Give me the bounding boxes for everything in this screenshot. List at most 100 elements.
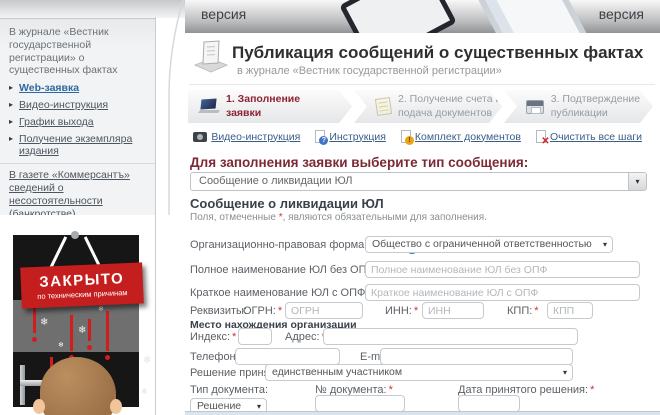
page-subtitle: в журнале «Вестник государственной регис… <box>237 65 502 77</box>
select-value: Общество с ограниченной ответственностью <box>372 238 592 250</box>
toolbar: Видео-инструкция ? Инструкция ! Комплект… <box>193 130 642 143</box>
sidebar-item-label[interactable]: Видео-инструкция <box>19 99 108 112</box>
snowflake-icon: ❄ <box>98 305 104 313</box>
sidebar-item-schedule[interactable]: ▸ График выхода <box>9 116 147 129</box>
sidebar-item-label[interactable]: Web-заявка <box>19 82 79 95</box>
sidebar-border <box>155 17 156 415</box>
message-type-select[interactable]: Сообщение о ликвидации ЮЛ ▾ <box>190 172 647 191</box>
index-label: Индекс:* <box>190 331 236 343</box>
sidebar-intro: В журнале «Вестник государственной регис… <box>9 26 147 77</box>
sidebar-item-web-request[interactable]: ▸ Web-заявка <box>9 82 147 95</box>
paint-drip <box>88 319 91 341</box>
required-asterisk: * <box>534 305 538 317</box>
kpp-input[interactable] <box>547 302 593 319</box>
clear-steps-link[interactable]: ✕ Очистить все шаги <box>536 130 642 143</box>
banner-version-left: версия <box>201 6 246 22</box>
sidebar-item-video-instruction[interactable]: ▸ Видео-инструкция <box>9 99 147 112</box>
dropdown-arrow-icon: ▾ <box>603 237 607 253</box>
required-asterisk: * <box>232 331 236 343</box>
decision-select[interactable]: единственным участником ▾ <box>265 364 573 381</box>
kpp-label: КПП:* <box>507 305 539 317</box>
sidebar-link-kommersant-bankruptcy[interactable]: В газете «Коммерсантъ» сведений о несост… <box>9 169 147 220</box>
divider <box>0 163 155 164</box>
snowflake-icon: ❄ <box>143 355 151 366</box>
short-name-label: Краткое наименование ЮЛ с ОПФ* <box>190 287 372 299</box>
full-name-input[interactable] <box>365 261 640 278</box>
sidebar-nav: ▸ Web-заявка ▸ Видео-инструкция ▸ График… <box>9 82 147 158</box>
snowflake-icon: ❄ <box>58 341 64 349</box>
warning-doc-icon: ! <box>401 130 411 143</box>
step-label: 3. Подтверждение публикации <box>551 93 653 119</box>
full-name-label: Полное наименование ЮЛ без ОПФ* <box>190 264 381 276</box>
invoice-icon <box>375 97 392 116</box>
link-label: Комплект документов <box>415 131 521 143</box>
clear-badge-icon: ✕ <box>541 137 550 146</box>
email-input[interactable] <box>380 348 573 365</box>
bullet-icon: ▸ <box>9 133 13 145</box>
bullet-icon: ▸ <box>9 116 13 128</box>
link-label: Видео-инструкция <box>211 131 300 143</box>
print-icon <box>526 100 544 114</box>
laptop-icon <box>199 99 219 114</box>
required-asterisk: * <box>590 384 594 396</box>
step-label: 1. Заполнение заявки <box>226 93 312 119</box>
divider <box>189 84 655 85</box>
required-note: Поля, отмеченные *, являются обязательны… <box>190 212 487 223</box>
mobile-version-banner[interactable]: версия версия <box>185 0 660 33</box>
inn-input[interactable] <box>422 302 484 319</box>
sidebar-item-get-copy[interactable]: ▸ Получение экземпляра издания <box>9 133 147 159</box>
publication-icon <box>193 39 229 73</box>
index-input[interactable] <box>238 328 272 345</box>
message-type-heading: Для заполнения заявки выберите тип сообщ… <box>190 155 528 170</box>
instruction-link[interactable]: ? Инструкция <box>315 130 386 143</box>
required-asterisk: * <box>414 305 418 317</box>
clear-doc-icon: ✕ <box>536 130 546 143</box>
select-value: единственным участником <box>272 366 402 378</box>
main-content: Публикация сообщений о существенных факт… <box>185 33 660 415</box>
tablet-graphic <box>471 0 589 33</box>
help-doc-icon: ? <box>315 130 325 143</box>
address-input[interactable] <box>323 328 578 345</box>
page-title: Публикация сообщений о существенных факт… <box>232 43 643 63</box>
doc-date-input[interactable] <box>458 395 520 412</box>
ogrn-input[interactable] <box>285 302 363 319</box>
video-instruction-link[interactable]: Видео-инструкция <box>193 131 300 143</box>
sidebar-item-label[interactable]: График выхода <box>19 116 94 129</box>
sidebar-item-label[interactable]: Получение экземпляра издания <box>19 133 147 159</box>
page-curl-decoration <box>156 0 186 215</box>
select-value: Сообщение о ликвидации ЮЛ <box>199 175 352 187</box>
address-label: Адрес:* <box>285 331 326 343</box>
paint-drip <box>105 355 110 360</box>
step-tab-2-get-invoice[interactable]: 2. Получение счета и подача документов <box>354 90 502 123</box>
step-label: 2. Получение счета и подача документов <box>398 93 502 119</box>
doc-type-label: Тип документа: <box>190 384 268 396</box>
inn-label: ИНН:* <box>385 305 418 317</box>
ear <box>110 399 122 414</box>
form-section-title: Сообщение о ликвидации ЮЛ <box>190 196 384 211</box>
phone-input[interactable] <box>235 348 340 365</box>
short-name-input[interactable] <box>365 284 640 301</box>
link-label: Очистить все шаги <box>550 131 642 143</box>
dropdown-arrow-icon: ▾ <box>635 177 639 186</box>
camera-icon <box>193 132 207 142</box>
question-badge-icon: ? <box>319 136 328 145</box>
doc-number-input[interactable] <box>315 395 405 412</box>
opf-select[interactable]: Общество с ограниченной ответственностью… <box>365 236 613 253</box>
paint-drip <box>106 311 109 351</box>
snowflake-icon: ❄ <box>141 387 148 396</box>
tablet-graphic <box>339 0 457 33</box>
step-tab-3-confirm-publication[interactable]: 3. Подтверждение публикации <box>504 90 653 123</box>
ear <box>33 399 45 414</box>
documents-kit-link[interactable]: ! Комплект документов <box>401 130 521 143</box>
closed-sign: ЗАКРЫТО по техническим причинам <box>20 262 144 308</box>
requisites-label: Реквизиты: <box>190 305 247 317</box>
warning-badge-icon: ! <box>405 136 414 145</box>
closed-door-illustration: ❄ ❄ ❄ ❄ ❄ ❄ ЗАКРЫТО по техническим причи… <box>0 215 155 415</box>
step-tab-1-fill-application[interactable]: 1. Заполнение заявки <box>188 90 352 123</box>
next-section-edge <box>185 411 660 415</box>
bullet-icon: ▸ <box>9 99 13 111</box>
link-label: Инструкция <box>329 131 386 143</box>
snowflake-icon: ❄ <box>78 325 86 336</box>
select-arrow-button[interactable]: ▾ <box>628 173 646 190</box>
required-asterisk: * <box>278 305 282 317</box>
